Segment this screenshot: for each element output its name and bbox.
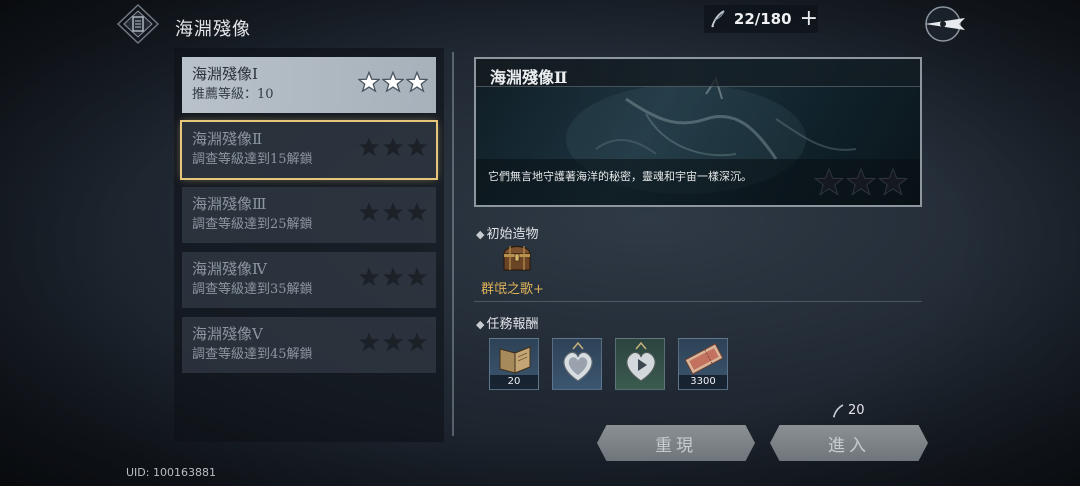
replay-button-label: 重現 xyxy=(655,435,697,456)
reward-count: 3300 xyxy=(679,375,727,389)
heart-locket-icon xyxy=(563,341,593,382)
stage-list: 海淵殘像Ⅰ 推薦等級：10 海淵殘像Ⅱ 調查等級達到15解鎖 海淵殘像Ⅲ 調查等… xyxy=(174,48,444,442)
star-empty-icon xyxy=(406,332,428,352)
replay-button[interactable]: 重現 xyxy=(597,425,755,461)
star-empty-icon xyxy=(382,137,404,157)
stage-detail-banner: 海淵殘像Ⅱ 它們無言地守護著海洋的秘密，靈魂和宇宙一樣深沉。 xyxy=(474,57,922,207)
quill-icon xyxy=(711,10,725,28)
star-filled-icon xyxy=(382,71,404,93)
detail-stars xyxy=(814,167,908,197)
star-empty-icon xyxy=(406,202,428,222)
detail-description: 它們無言地守護著海洋的秘密，靈魂和宇宙一樣深沉。 xyxy=(488,170,752,183)
star-filled-icon xyxy=(358,71,380,93)
star-empty-icon xyxy=(814,167,844,196)
star-empty-icon xyxy=(846,167,876,196)
stage-card-5[interactable]: 海淵殘像Ⅴ 調查等級達到45解鎖 xyxy=(182,317,436,373)
stage-stars xyxy=(358,201,428,223)
star-empty-icon xyxy=(382,267,404,287)
section-divider xyxy=(474,301,922,302)
reward-item-locket[interactable] xyxy=(552,338,602,390)
star-empty-icon xyxy=(406,267,428,287)
stamina-counter: 22/180 + xyxy=(704,5,818,33)
ticket-icon xyxy=(684,343,724,375)
banner-title-bar: 海淵殘像Ⅱ xyxy=(476,59,920,87)
star-empty-icon xyxy=(382,332,404,352)
star-empty-icon xyxy=(358,267,380,287)
diamond-bullet-icon: ◆ xyxy=(476,228,485,241)
book-icon xyxy=(499,346,531,374)
star-empty-icon xyxy=(382,202,404,222)
reward-item-ticket[interactable]: 3300 xyxy=(678,338,728,390)
add-stamina-button[interactable]: + xyxy=(800,8,818,30)
top-bar: 海淵殘像 22/180 + xyxy=(0,0,1080,52)
stage-stars xyxy=(358,331,428,353)
reward-item-book[interactable]: 20 xyxy=(489,338,539,390)
stage-card-4[interactable]: 海淵殘像Ⅳ 調查等級達到35解鎖 xyxy=(182,252,436,308)
initial-artifact-name: 群氓之歌+ xyxy=(481,282,544,297)
enter-button-label: 進入 xyxy=(828,435,870,456)
star-empty-icon xyxy=(358,332,380,352)
star-empty-icon xyxy=(358,202,380,222)
star-empty-icon xyxy=(406,137,428,157)
star-empty-icon xyxy=(878,167,908,196)
reward-item-locket-play[interactable] xyxy=(615,338,665,390)
star-empty-icon xyxy=(358,137,380,157)
compass-menu-icon[interactable] xyxy=(918,2,972,46)
user-id: UID: 100163881 xyxy=(126,466,216,479)
entry-cost: 20 xyxy=(832,403,865,418)
enter-button[interactable]: 進入 xyxy=(770,425,928,461)
entry-cost-value: 20 xyxy=(848,403,865,418)
treasure-chest-icon[interactable] xyxy=(499,240,535,274)
stage-card-1[interactable]: 海淵殘像Ⅰ 推薦等級：10 xyxy=(182,57,436,113)
panel-divider xyxy=(452,52,454,436)
stage-card-3[interactable]: 海淵殘像Ⅲ 調查等級達到25解鎖 xyxy=(182,187,436,243)
quill-icon xyxy=(833,403,844,417)
detail-title: 海淵殘像Ⅱ xyxy=(490,68,568,87)
stage-stars xyxy=(358,71,428,93)
star-filled-icon xyxy=(406,71,428,93)
stage-stars xyxy=(358,136,428,158)
page-title: 海淵殘像 xyxy=(175,19,251,40)
back-emblem-icon[interactable] xyxy=(110,2,166,46)
heart-locket-play-icon xyxy=(626,341,656,382)
reward-count: 20 xyxy=(490,375,538,389)
diamond-bullet-icon: ◆ xyxy=(476,318,485,331)
stamina-value: 22/180 xyxy=(733,10,792,28)
stage-card-2[interactable]: 海淵殘像Ⅱ 調查等級達到15解鎖 xyxy=(182,122,436,178)
mission-rewards-label: ◆ 任務報酬 xyxy=(476,317,539,332)
stage-stars xyxy=(358,266,428,288)
